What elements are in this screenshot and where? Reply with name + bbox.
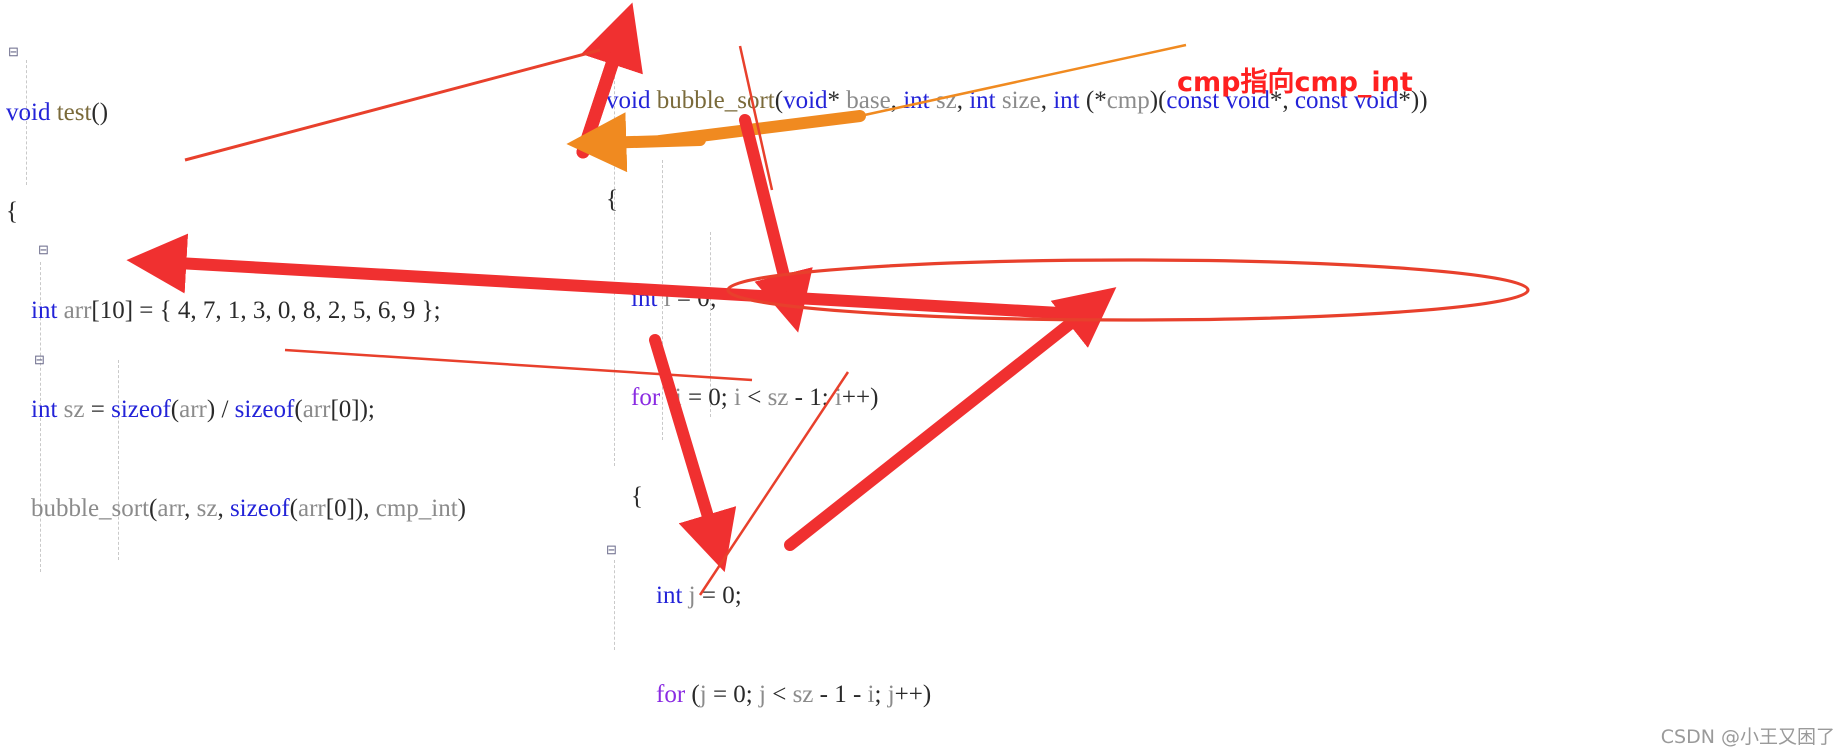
code-line: { <box>631 483 643 510</box>
annotation-cmp-note: cmp指向cmp_int <box>1177 67 1413 98</box>
code-line: int i = 0; <box>631 285 717 312</box>
code-line: int sz = sizeof(arr) / sizeof(arr[0]); <box>31 396 375 423</box>
code-line: for (i = 0; i < sz - 1; i++) <box>631 384 879 411</box>
code-line: { <box>606 186 618 213</box>
csdn-watermark: CSDN @小王又困了 <box>1660 726 1835 748</box>
code-line: { <box>6 198 18 225</box>
code-line: int j = 0; <box>656 582 742 609</box>
code-block-right[interactable]: void bubble_sort(void* base, int sz, int… <box>606 18 1428 755</box>
code-line: void test() <box>6 99 109 126</box>
code-line: bubble_sort(arr, sz, sizeof(arr[0]), cmp… <box>31 495 466 522</box>
code-line: for (j = 0; j < sz - 1 - i; j++) <box>656 681 932 708</box>
code-line: int arr[10] = { 4, 7, 1, 3, 0, 8, 2, 5, … <box>31 297 441 324</box>
screenshot-root: ⊟ ⊟ ⊟ void test() { int arr[10] = { 4, 7… <box>0 0 1847 755</box>
code-block-left[interactable]: void test() { int arr[10] = { 4, 7, 1, 3… <box>6 30 466 755</box>
